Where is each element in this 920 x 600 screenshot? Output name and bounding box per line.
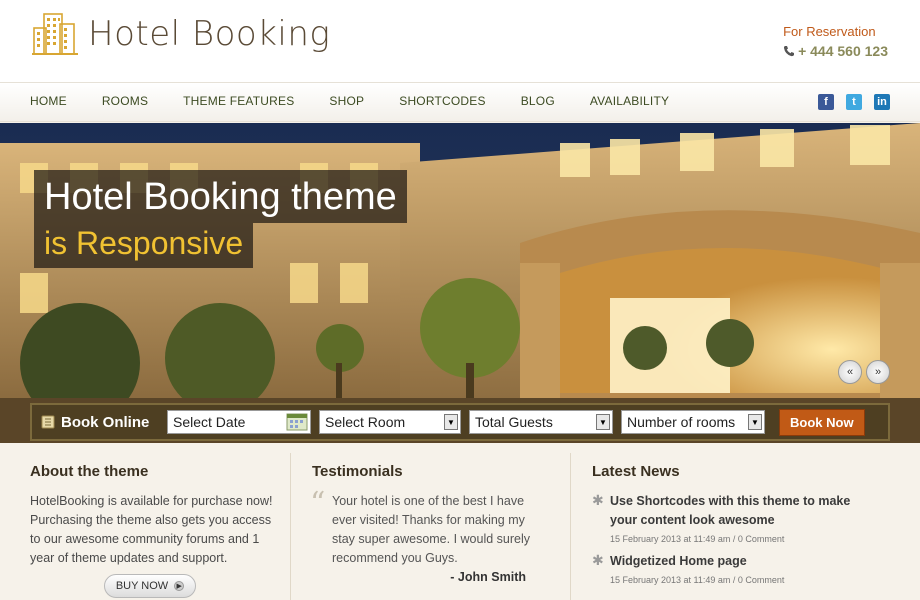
slider-controls: « » <box>838 360 890 384</box>
previous-slide-icon[interactable]: « <box>838 360 862 384</box>
rooms-count-value: Number of rooms <box>627 414 736 430</box>
brand-name: Hotel Booking <box>88 14 331 54</box>
next-slide-icon[interactable]: » <box>866 360 890 384</box>
facebook-icon[interactable]: f <box>818 94 834 110</box>
news-title-link[interactable]: Widgetized Home page <box>610 552 852 571</box>
guests-select[interactable]: Total Guests ▼ <box>469 410 613 434</box>
about-text: HotelBooking is available for purchase n… <box>30 494 273 565</box>
booking-bar: Book Online Select Date Select Room ▼ To… <box>30 403 890 441</box>
linkedin-icon[interactable]: in <box>874 94 890 110</box>
date-value: Select Date <box>173 414 246 430</box>
calendar-icon[interactable] <box>286 413 308 431</box>
testimonial-author: - John Smith <box>450 570 526 584</box>
testimonial-quote: Your hotel is one of the best I have eve… <box>332 494 531 565</box>
main-nav: HOME ROOMS THEME FEATURES SHOP SHORTCODE… <box>0 82 920 122</box>
content-columns: About the theme HotelBooking is availabl… <box>0 445 920 600</box>
testimonials-section: Testimonials “ Your hotel is one of the … <box>310 463 542 584</box>
star-icon: ✱ <box>592 552 604 568</box>
star-icon: ✱ <box>592 492 604 508</box>
latest-news-section: Latest News ✱ Use Shortcodes with this t… <box>592 463 852 593</box>
date-picker-field[interactable]: Select Date <box>167 410 311 434</box>
social-links: f t in <box>818 94 890 110</box>
site-header: Hotel Booking For Reservation + 444 560 … <box>0 0 920 82</box>
phone-number: + 444 560 123 <box>798 43 888 59</box>
hero-subtitle: is Responsive <box>34 223 254 268</box>
book-online-heading: Book Online <box>41 414 159 431</box>
news-item: ✱ Widgetized Home page 15 February 2013 … <box>592 552 852 585</box>
reservation-label: For Reservation <box>783 24 876 39</box>
chevron-down-icon[interactable]: ▼ <box>444 414 458 430</box>
testimonial: “ Your hotel is one of the best I have e… <box>310 486 542 584</box>
chevron-down-icon[interactable]: ▼ <box>748 414 762 430</box>
news-date: 15 February 2013 at 11:49 am / 0 Comment <box>610 575 785 585</box>
nav-item-availability[interactable]: AVAILABILITY <box>590 94 669 108</box>
book-online-label: Book Online <box>61 413 150 431</box>
news-heading: Latest News <box>592 463 680 480</box>
nav-item-shop[interactable]: SHOP <box>329 94 364 108</box>
nav-item-rooms[interactable]: ROOMS <box>102 94 148 108</box>
nav-item-home[interactable]: HOME <box>30 94 67 108</box>
about-heading: About the theme <box>30 463 149 480</box>
hero-slider: Hotel Booking theme is Responsive « » <box>0 123 920 443</box>
news-item: ✱ Use Shortcodes with this theme to make… <box>592 492 852 544</box>
about-section: About the theme HotelBooking is availabl… <box>30 463 278 598</box>
news-list: ✱ Use Shortcodes with this theme to make… <box>592 492 852 585</box>
quote-icon: “ <box>310 486 326 521</box>
rooms-count-select[interactable]: Number of rooms ▼ <box>621 410 765 434</box>
testimonials-heading: Testimonials <box>312 463 403 480</box>
phone-icon <box>784 46 795 57</box>
chevron-down-icon[interactable]: ▼ <box>596 414 610 430</box>
buy-now-label: BUY NOW <box>115 580 169 592</box>
arrow-right-icon: ▶ <box>174 581 185 591</box>
hotel-building-icon <box>32 13 78 55</box>
room-select[interactable]: Select Room ▼ <box>319 410 461 434</box>
reservation-phone[interactable]: + 444 560 123 <box>783 43 888 59</box>
guests-select-value: Total Guests <box>475 414 553 430</box>
book-now-button[interactable]: Book Now <box>779 408 865 436</box>
news-title-link[interactable]: Use Shortcodes with this theme to make y… <box>610 492 852 530</box>
nav-item-theme-features[interactable]: THEME FEATURES <box>183 94 294 108</box>
news-date: 15 February 2013 at 11:49 am / 0 Comment <box>610 534 785 544</box>
twitter-icon[interactable]: t <box>846 94 862 110</box>
nav-item-shortcodes[interactable]: SHORTCODES <box>399 94 485 108</box>
nav-item-blog[interactable]: BLOG <box>521 94 555 108</box>
column-divider <box>290 453 291 600</box>
hero-title: Hotel Booking theme <box>34 170 407 223</box>
hero-caption: Hotel Booking theme is Responsive <box>34 170 407 268</box>
reservation-info: For Reservation + 444 560 123 <box>783 24 888 59</box>
room-select-value: Select Room <box>325 414 406 430</box>
buy-now-button[interactable]: BUY NOW ▶ <box>104 574 196 598</box>
book-icon <box>41 415 55 429</box>
site-logo[interactable]: Hotel Booking <box>30 10 330 58</box>
column-divider <box>570 453 571 600</box>
